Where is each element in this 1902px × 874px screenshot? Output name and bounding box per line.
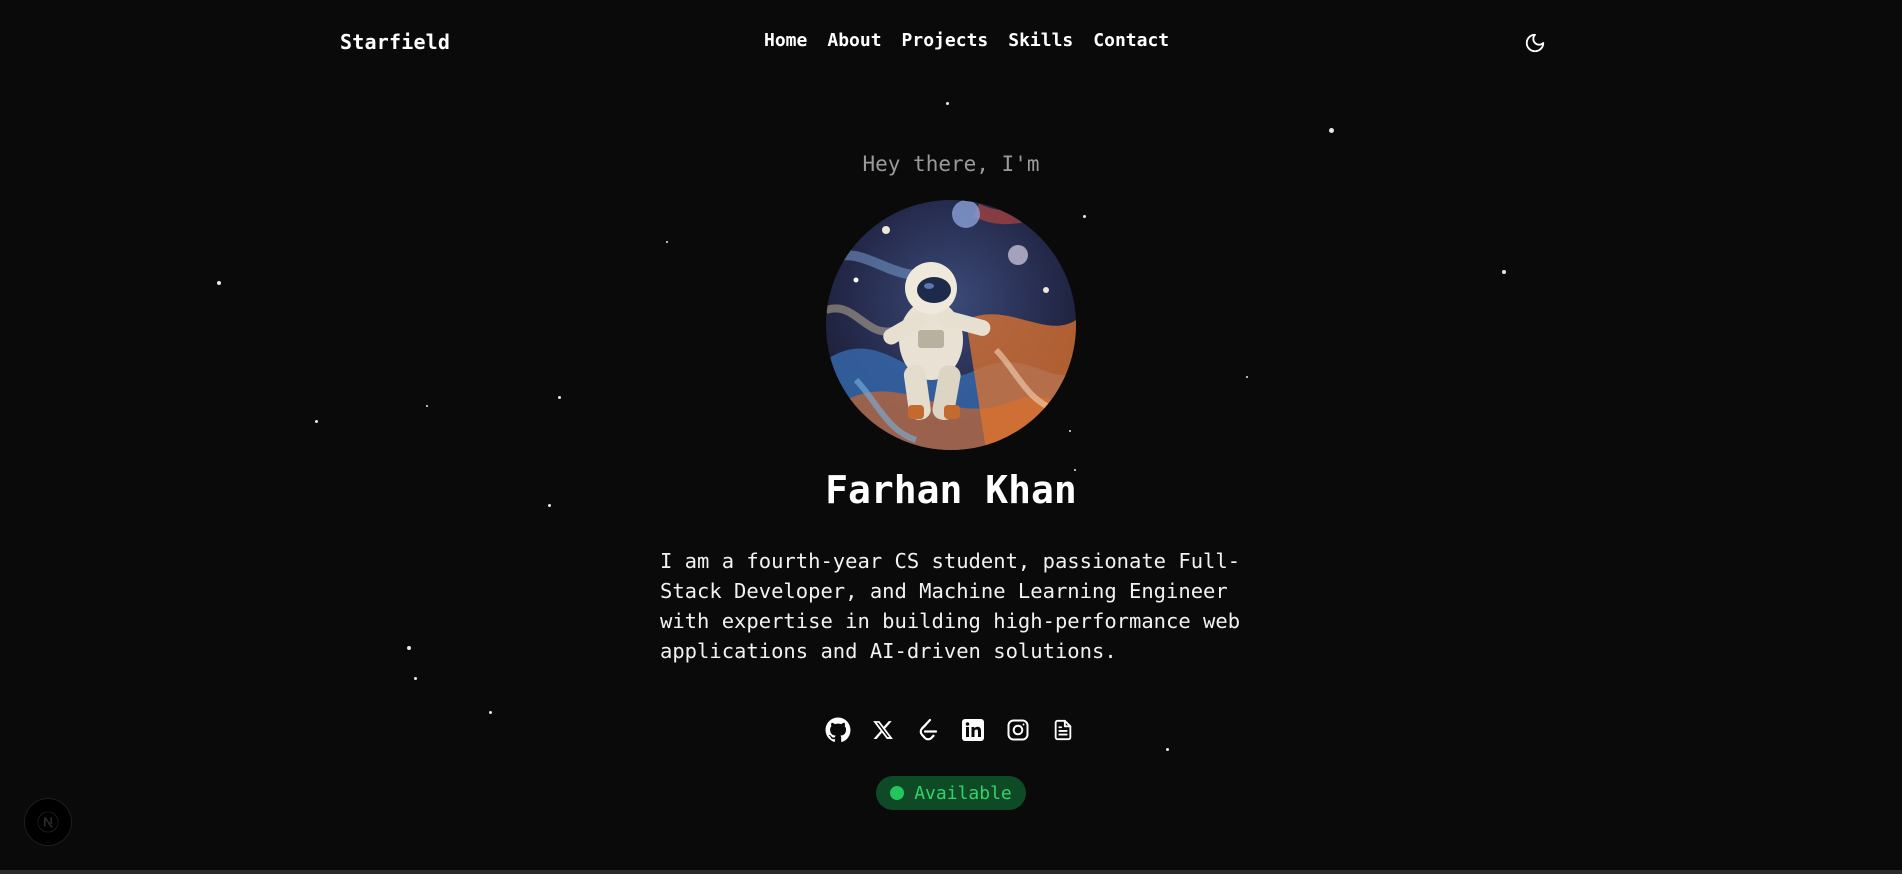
nav-contact[interactable]: Contact [1093,30,1169,51]
star [407,646,411,650]
star [414,677,417,680]
nav-about[interactable]: About [827,30,881,51]
star [946,102,949,105]
status-label: Available [914,782,1012,804]
star [1246,376,1248,378]
star [426,405,428,407]
status-dot [890,786,905,800]
star [1329,128,1334,133]
bio-line: with expertise in building high-performa… [660,609,1241,633]
bio-line: applications and AI-driven solutions. [660,639,1117,663]
leetcode-icon [919,718,938,741]
dev-tools-button[interactable] [24,798,72,846]
github-link[interactable] [824,716,852,744]
star [315,420,318,423]
nextjs-icon [37,811,59,833]
star [217,281,221,285]
bottom-scrollbar [0,870,1902,874]
moon-icon [1525,33,1545,53]
star [666,241,668,243]
nav-projects[interactable]: Projects [902,30,989,51]
github-icon [825,717,851,742]
hero-bio: I am a fourth-year CS student, passionat… [660,546,1242,666]
x-link[interactable] [869,716,897,744]
astronaut-illustration [826,200,1076,450]
instagram-link[interactable] [1004,716,1032,744]
star [1069,430,1071,432]
hero-greeting: Hey there, I'm [862,152,1040,176]
avatar [826,200,1076,450]
linkedin-icon [962,719,984,741]
bio-line: I am a fourth-year CS student, passionat… [660,549,1241,573]
resume-icon [1054,719,1072,741]
main-nav: Home About Projects Skills Contact [764,30,1189,51]
page: Starfield Home About Projects Skills Con… [0,0,1902,874]
nav-skills[interactable]: Skills [1008,30,1073,51]
status-badge: Available [876,776,1026,810]
star [1502,270,1506,274]
hero-name: Farhan Khan [825,468,1077,512]
linkedin-link[interactable] [959,716,987,744]
star [558,396,561,399]
x-icon [873,721,893,739]
social-links [824,716,1094,744]
resume-link[interactable] [1049,716,1077,744]
site-logo[interactable]: Starfield [340,30,450,54]
star [489,711,492,714]
star [1166,748,1169,751]
instagram-icon [1007,719,1029,741]
nav-home[interactable]: Home [764,30,807,51]
theme-toggle-button[interactable] [1524,32,1552,60]
leetcode-link[interactable] [914,716,942,744]
bio-line: Stack Developer, and Machine Learning En… [660,579,1228,603]
star [1083,215,1086,218]
